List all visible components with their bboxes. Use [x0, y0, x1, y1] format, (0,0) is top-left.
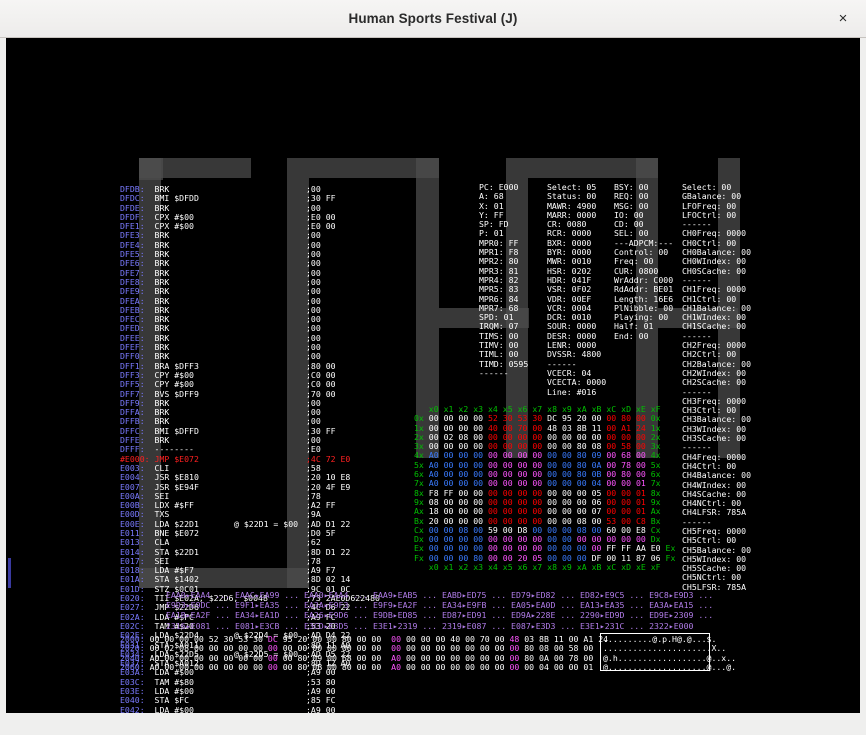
grid-column-header: x0 x1 x2 x3 x4 x5 x6 x7 x8 x9 xA xB xC x… — [414, 562, 680, 573]
disassembly-operand-value — [234, 436, 298, 445]
disassembly-operand-value — [234, 269, 298, 278]
grid-col-label: x6 — [517, 562, 533, 573]
trace-line: 2316▸E081 ... E081▸E3CB ... E3CD▸E3D5 ..… — [166, 620, 694, 631]
disassembly-operand-value — [234, 222, 298, 231]
grid-col-label: x1 — [443, 562, 459, 573]
memory-dump-address: 2060: — [120, 661, 150, 672]
grid-cell[interactable]: Fx — [666, 553, 681, 563]
disassembly-operand-value — [234, 315, 298, 324]
disassembly-operand-value — [234, 306, 298, 315]
window-title: Human Sports Festival (J) — [348, 11, 518, 26]
close-icon[interactable]: × — [832, 8, 854, 30]
disassembly-operand-value — [234, 455, 298, 464]
disassembly-operand-value — [234, 278, 298, 287]
grid-col-label: x4 — [487, 562, 503, 573]
disassembly-operand-value — [234, 417, 298, 426]
disassembly-operand-value — [234, 696, 298, 705]
disassembly-operand-value — [234, 575, 298, 584]
cpu-register-panel: PC: E000 A: 68 X: 01 Y: FF SP: FD P: 01 MPR0: … — [479, 182, 528, 378]
grid-col-label: xB — [591, 562, 607, 573]
disassembly-operand-value — [234, 427, 298, 436]
window-titlebar: Human Sports Festival (J) × — [0, 0, 866, 38]
grid-col-label: x5 — [502, 562, 518, 573]
memory-dump[interactable]: 2000: 00 00 00 00 52 30 53 30 DC 95 20 0… — [120, 634, 608, 672]
memory-dump-bytes: 00 80 0B 00 80 00 00 — [282, 661, 392, 672]
memory-dump-row[interactable]: 2060: A0 00 00 00 00 00 00 00 00 00 80 0… — [120, 661, 608, 672]
disassembly-operand-value — [234, 324, 298, 333]
memory-dump-ascii: @....................@...@. — [603, 661, 737, 672]
grid-col-label: x0 — [428, 562, 444, 573]
disassembly-operand-value — [234, 231, 298, 240]
disassembly-operand-value — [234, 492, 298, 501]
scsi-adpcm-register-panel: BSY: 00 REQ: 00 MSG: 00 IO: 00 CD: 00 SEL: 00… — [614, 182, 673, 341]
vdc-register-panel: Select: 05 Status: 00 MAWR: 4900 MARR: 0000… — [547, 182, 606, 397]
disassembly-operand-value — [234, 473, 298, 482]
disassembly-operand-value — [234, 538, 298, 547]
disassembly-operand-value — [234, 706, 298, 713]
disassembly-bytes: ;A9 00 — [306, 704, 336, 713]
disassembly-operand-value — [234, 297, 298, 306]
window-bottom-bar — [0, 713, 866, 735]
disassembly-operand-value — [234, 445, 298, 454]
disassembly-address: E042: — [120, 704, 155, 713]
grid-col-label: xE — [635, 562, 651, 573]
disassembly-operand-value — [234, 213, 298, 222]
disassembly-operand-value — [234, 204, 298, 213]
disassembly-operand-value — [234, 678, 298, 687]
debugger-screen: DFDB: BRK DFDC: BMI $DFDD DFDE: BRK DFDF:… — [6, 38, 860, 713]
disassembly-operand-value — [234, 352, 298, 361]
disassembly-mnemonic: LDA #$00 — [154, 704, 194, 713]
scsi-register-row: End: 00 — [614, 330, 649, 341]
psg-register-panel: Select: 00 GBalance: 00 LFOFreq: 00 LFOCtrl… — [682, 182, 751, 592]
grid-col-label: xC — [606, 562, 622, 573]
left-edge-marker — [8, 558, 11, 588]
disassembly-operand-value — [234, 250, 298, 259]
memory-dump-byte-highlight: 00 — [267, 661, 283, 672]
grid-col-label: x3 — [473, 562, 488, 573]
cpu-register-row: ------ — [479, 367, 509, 378]
memory-dump-byte-highlight: 00 — [509, 661, 525, 672]
grid-col-label: xD — [621, 562, 636, 573]
disassembly-operand-value — [234, 566, 298, 575]
disassembly-operand-value — [234, 501, 298, 510]
disassembly-operand-value — [234, 194, 298, 203]
disassembly-operand-value — [234, 287, 298, 296]
grid-col-label: xA — [576, 562, 592, 573]
disassembly-operand-value — [234, 241, 298, 250]
disassembly-operand-value — [234, 687, 298, 696]
disassembly-operand-value — [234, 408, 298, 417]
grid-col-label: x7 — [532, 562, 548, 573]
vdc-register-row: Line: #016 — [547, 386, 597, 397]
grid-col-label: x2 — [458, 562, 474, 573]
memory-dump-bytes: 00 00 00 00 00 00 00 — [405, 661, 510, 672]
disassembly-operand-value — [234, 390, 298, 399]
disassembly-operand-value — [234, 259, 298, 268]
disassembly-operand-value — [234, 529, 298, 538]
disassembly-operand-value — [234, 185, 298, 194]
disassembly-operand-value — [234, 399, 298, 408]
disassembly-operand-value — [234, 343, 298, 352]
memory-dump-byte-highlight: A0 — [391, 661, 406, 672]
grid-col-label: xF — [650, 562, 666, 573]
grid-col-label: x9 — [561, 562, 577, 573]
disassembly-operand-value — [234, 362, 298, 371]
grid-col-label: x8 — [547, 562, 562, 573]
disassembly-operand-value: @ $22D1 = $00 — [234, 518, 299, 529]
memory-dump-bytes: A0 00 00 00 00 00 00 00 — [149, 661, 268, 672]
emulator-window: Human Sports Festival (J) × DFDB: BRK DF… — [0, 0, 866, 735]
disassembly-operand-value — [234, 464, 298, 473]
ascii-dump: ..........@.p.H@.@...$..................… — [603, 634, 737, 672]
vram-color-grid[interactable]: x0 x1 x2 x3 x4 x5 x6 x7 x8 x9 xA xB xC x… — [414, 404, 681, 573]
disassembly-operand-value — [234, 557, 298, 566]
execution-trace: EAA0▸EAA4 ... EAAC▸EA99 ... EAA0▸EAA4 ..… — [166, 590, 713, 632]
disassembly-operand-value — [234, 380, 298, 389]
disassembly-operand-value — [234, 483, 298, 492]
disassembly-operand-value — [234, 371, 298, 380]
disassembly-operand-value — [234, 548, 298, 557]
memory-dump-bytes: 00 04 00 00 01 — [524, 661, 594, 672]
disassembly-operand-value — [234, 334, 298, 343]
